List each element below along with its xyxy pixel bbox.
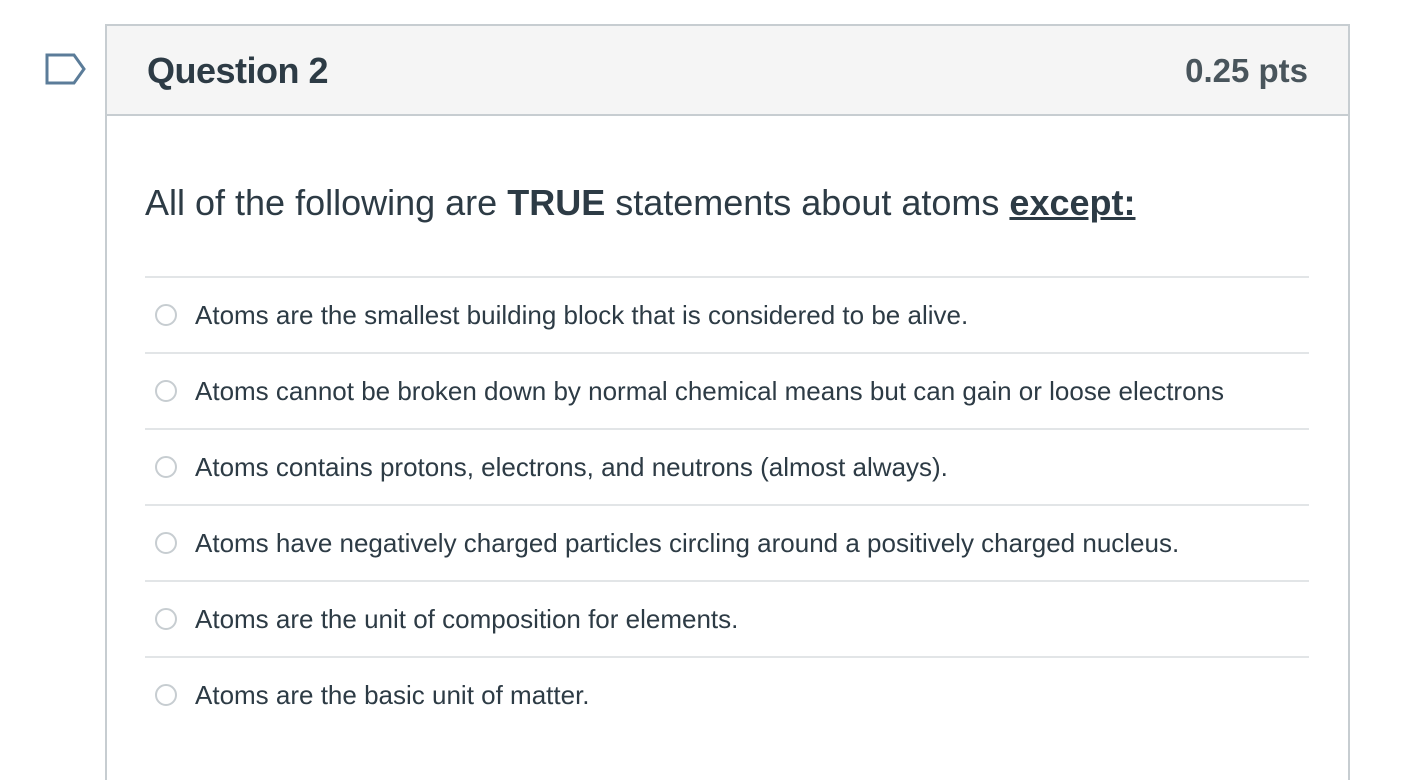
radio-button[interactable] [155, 380, 177, 402]
answer-label: Atoms are the unit of composition for el… [195, 603, 739, 634]
question-text: All of the following are TRUE statements… [145, 182, 1135, 224]
answer-option[interactable]: Atoms are the unit of composition for el… [145, 582, 1309, 658]
flag-question-icon[interactable] [44, 52, 88, 86]
answer-label: Atoms contains protons, electrons, and n… [195, 451, 948, 482]
radio-button[interactable] [155, 304, 177, 326]
question-text-strong: TRUE [507, 182, 606, 223]
radio-button[interactable] [155, 456, 177, 478]
radio-button[interactable] [155, 684, 177, 706]
answer-label: Atoms have negatively charged particles … [195, 527, 1180, 558]
answer-label: Atoms are the basic unit of matter. [195, 679, 590, 710]
quiz-page: Question 2 0.25 pts All of the following… [0, 0, 1416, 780]
question-text-part1: All of the following are [145, 182, 508, 223]
answer-option[interactable]: Atoms are the basic unit of matter. [145, 658, 1309, 732]
answer-option[interactable]: Atoms are the smallest building block th… [145, 278, 1309, 354]
question-text-part2: statements about atoms [605, 182, 1010, 223]
answer-list: Atoms are the smallest building block th… [145, 276, 1309, 732]
question-body: All of the following are TRUE statements… [105, 24, 1350, 780]
answer-label: Atoms cannot be broken down by normal ch… [195, 375, 1225, 406]
answer-option[interactable]: Atoms contains protons, electrons, and n… [145, 430, 1309, 506]
radio-button[interactable] [155, 532, 177, 554]
radio-button[interactable] [155, 608, 177, 630]
question-text-emphasis: except: [1009, 182, 1136, 223]
answer-option[interactable]: Atoms cannot be broken down by normal ch… [145, 354, 1309, 430]
answer-label: Atoms are the smallest building block th… [195, 299, 969, 330]
answer-option[interactable]: Atoms have negatively charged particles … [145, 506, 1309, 582]
